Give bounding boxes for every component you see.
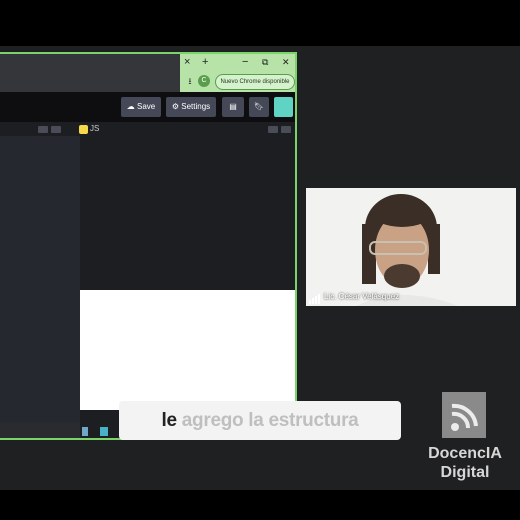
preview-pane (80, 290, 295, 410)
profile-avatar[interactable]: C (198, 75, 210, 87)
save-button[interactable]: ☁ Save (121, 97, 161, 117)
caption-upcoming-text: agrego la estructura (176, 410, 359, 431)
layout-button[interactable]: ▤ (222, 97, 244, 117)
assets-icon[interactable] (100, 427, 108, 436)
logo-line-1: DocencIA (428, 445, 502, 462)
close-tab-icon[interactable]: × (184, 56, 190, 68)
pane-collapse-icon[interactable] (51, 126, 61, 133)
pane-settings-icon[interactable] (38, 126, 48, 133)
restore-icon[interactable]: ⧉ (262, 57, 268, 68)
feed-icon (442, 392, 486, 438)
settings-button[interactable]: ⚙ Settings (166, 97, 216, 117)
close-window-icon[interactable]: ✕ (282, 57, 290, 68)
user-avatar[interactable] (274, 97, 293, 117)
css-editor-pane[interactable] (0, 122, 80, 422)
participant-name: Lic. César Velásquez (324, 292, 400, 301)
new-tab-icon[interactable]: + (202, 56, 208, 68)
settings-label: Settings (181, 102, 211, 111)
js-pane-label: JS (90, 124, 100, 133)
signal-icon (309, 294, 320, 304)
save-label: Save (137, 102, 156, 111)
css-pane-header (0, 122, 80, 136)
minimize-icon[interactable]: − (242, 56, 248, 68)
participant-photo (306, 188, 516, 306)
layout-icon: ▤ (229, 102, 237, 111)
chrome-update-button[interactable]: Nuevo Chrome disponible (215, 74, 295, 90)
js-pane-collapse-icon[interactable] (281, 126, 291, 133)
logo-line-2: Digital (440, 464, 490, 481)
console-icon[interactable] (82, 427, 88, 436)
js-icon (79, 125, 88, 134)
bookmark-icon: 🔖︎ (253, 102, 265, 111)
shared-browser-window: × + − ⧉ ✕ ⭳ C Nuevo Chrome disponible ☁ … (0, 52, 297, 440)
js-pane-settings-icon[interactable] (268, 126, 278, 133)
js-editor[interactable] (80, 136, 295, 290)
docencia-logo-text: DocencIA Digital (422, 444, 508, 482)
live-caption: le agrego la estructura (119, 401, 401, 440)
participant-video (306, 188, 516, 306)
caption-spoken-text: le (161, 410, 178, 431)
cloud-icon: ☁ (126, 102, 135, 111)
docencia-logo-icon (442, 392, 486, 438)
codepen-toolbar: ☁ Save ⚙ Settings ▤ 🔖︎ (0, 92, 295, 122)
gear-icon: ⚙ (171, 102, 180, 111)
bookmark-button[interactable]: 🔖︎ (249, 97, 269, 117)
js-pane-header (80, 122, 295, 136)
download-icon[interactable]: ⭳ (184, 75, 196, 87)
